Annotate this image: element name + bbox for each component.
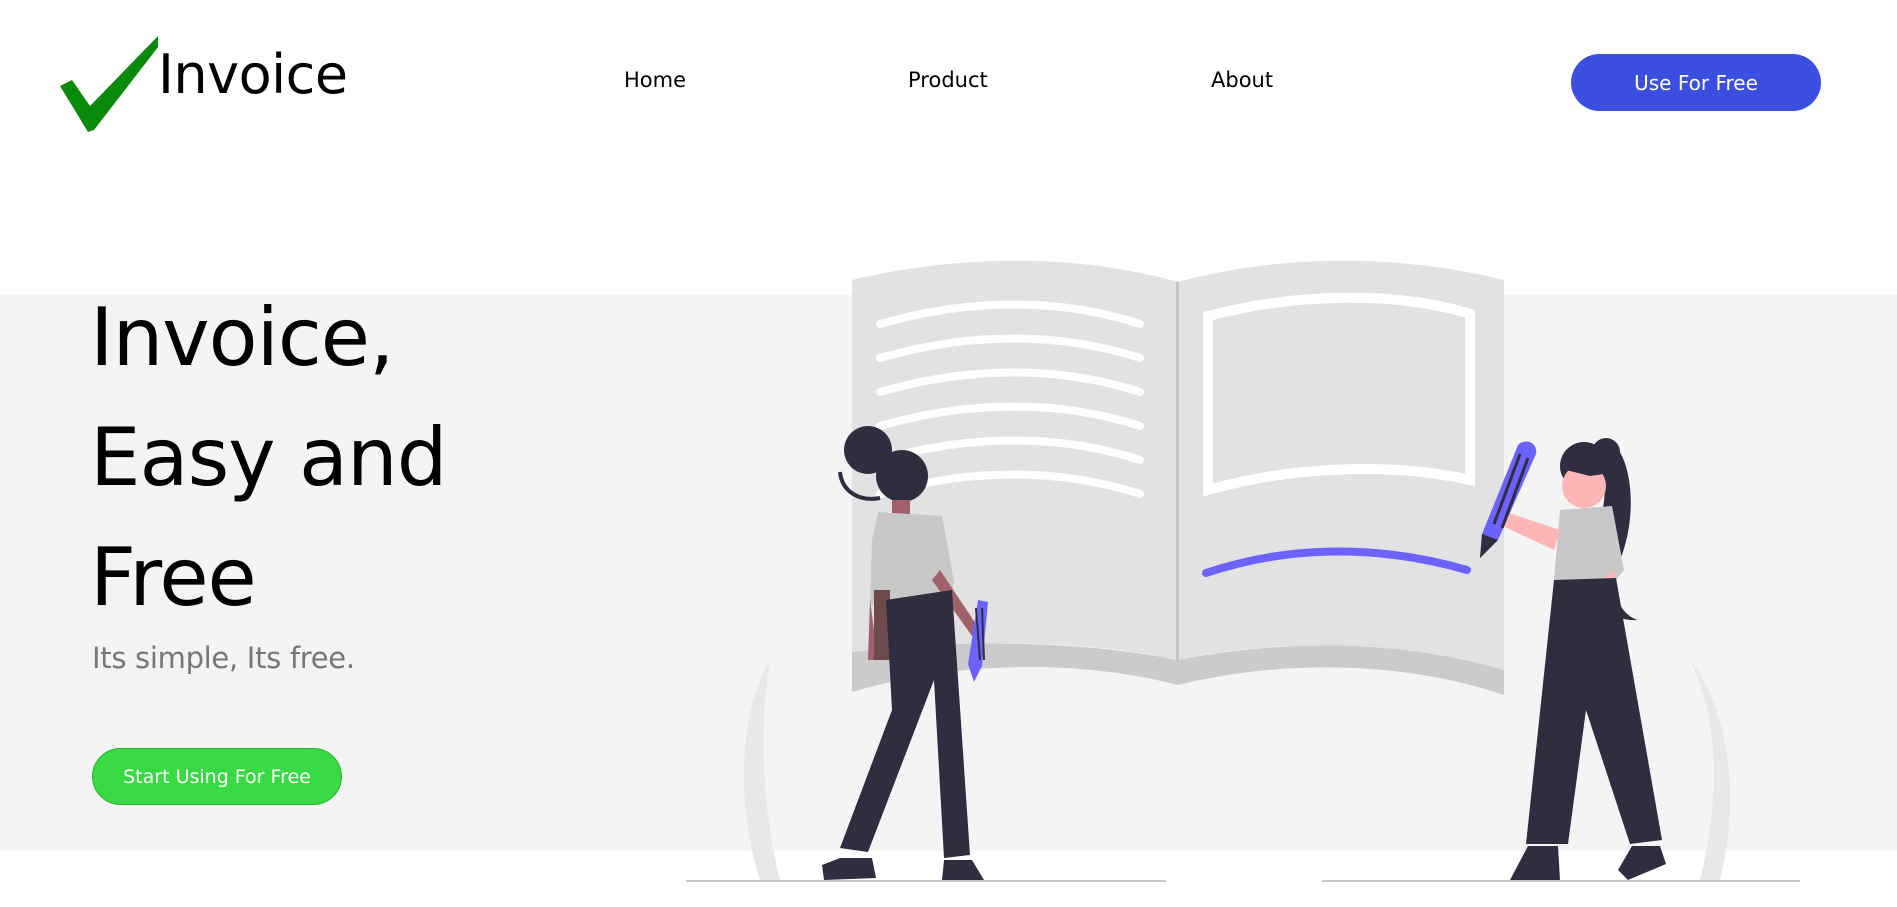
brand-logo[interactable]: Invoice bbox=[58, 34, 348, 134]
hero-title-line: Invoice, bbox=[90, 291, 394, 384]
ground-line bbox=[686, 880, 1166, 882]
page-image-frame bbox=[1203, 292, 1475, 497]
book-spine bbox=[1176, 282, 1179, 662]
nav-home-link[interactable]: Home bbox=[624, 70, 686, 91]
use-for-free-button[interactable]: Use For Free bbox=[1571, 54, 1821, 111]
start-using-button[interactable]: Start Using For Free bbox=[92, 748, 342, 805]
nav-product-link[interactable]: Product bbox=[908, 70, 988, 91]
leaf-decoration bbox=[1690, 660, 1730, 880]
nav-about-link[interactable]: About bbox=[1211, 70, 1273, 91]
hero-subtitle: Its simple, Its free. bbox=[92, 641, 355, 675]
leaf-decoration bbox=[743, 660, 780, 880]
book-illustration bbox=[686, 260, 1800, 882]
brand-name: Invoice bbox=[158, 43, 348, 106]
landing-page: Invoice Home Product About Use For Free … bbox=[0, 0, 1897, 907]
hero-title-line: Easy and bbox=[90, 411, 448, 504]
person-right bbox=[1480, 438, 1666, 880]
hero-title-line: Free bbox=[90, 531, 257, 624]
checkmark-icon bbox=[60, 36, 158, 132]
ground-line bbox=[1322, 880, 1800, 882]
